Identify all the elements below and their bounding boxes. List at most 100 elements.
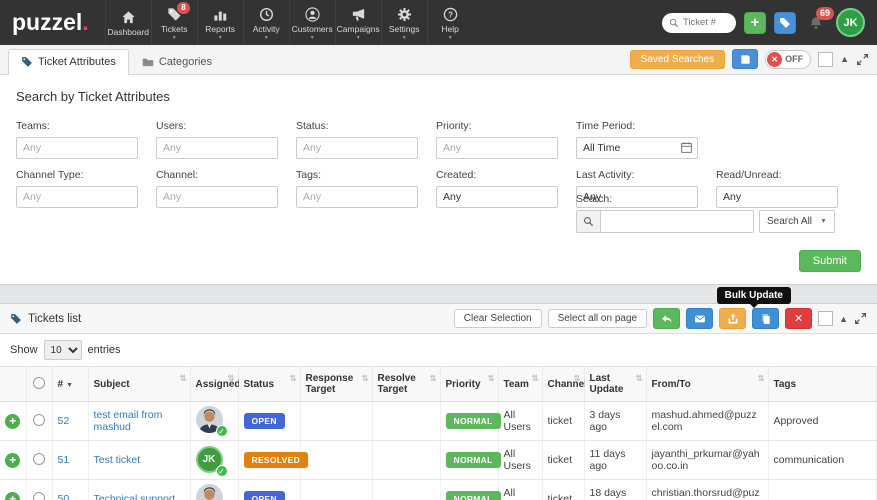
table-row[interactable]: + 52 test email from mashud ✓ OPEN NORMA… [0, 402, 877, 441]
ticket-id-link[interactable]: 51 [58, 454, 70, 466]
expand-panel-button[interactable] [854, 312, 867, 325]
tab-ticket-attributes[interactable]: Ticket Attributes [8, 49, 129, 75]
ticket-id-link[interactable]: 52 [58, 415, 70, 427]
assigned-avatar: ✓ [196, 484, 224, 500]
ticket-subject-link[interactable]: Test ticket [94, 454, 141, 466]
tickets-toolbar: Clear Selection Select all on page ✕ ▲ [454, 308, 867, 329]
page-size-select[interactable]: 10 [44, 340, 82, 360]
folder-icon [142, 56, 154, 68]
table-row[interactable]: + 51 Test ticket JK ✓ RESOLVED NORMAL Al… [0, 441, 877, 480]
col-tags[interactable]: Tags [768, 367, 877, 402]
ticket-number-search[interactable] [662, 13, 736, 33]
filter-tags: Tags: [296, 169, 436, 208]
export-button[interactable] [719, 308, 746, 329]
nav-reports[interactable]: Reports ▼ [197, 0, 243, 45]
new-ticket-button[interactable]: + [744, 12, 766, 34]
col-subject[interactable]: Subject⇅ [88, 367, 190, 402]
puzzel-logo[interactable]: puzzel. [0, 0, 105, 45]
priority-input[interactable] [436, 137, 558, 159]
nav-campaigns[interactable]: Campaigns ▼ [335, 0, 381, 45]
nav-customers[interactable]: Customers ▼ [289, 0, 335, 45]
nav-label: Dashboard [107, 27, 149, 37]
keyword-search-input[interactable] [601, 216, 753, 228]
col-last-update[interactable]: Last Update⇅ [584, 367, 646, 402]
search-scope-dropdown[interactable]: Search All ▼ [759, 210, 835, 233]
row-radio[interactable] [33, 414, 45, 426]
assigned-avatar: ✓ [196, 406, 224, 434]
top-navbar: puzzel. Dashboard 8 Tickets ▼ Reports ▼ … [0, 0, 877, 45]
tabbar-controls: Saved Searches ✕ OFF ▲ [630, 49, 869, 74]
tab-categories[interactable]: Categories [129, 49, 225, 74]
cell-last-update: 18 days ago [584, 480, 646, 500]
saved-searches-button[interactable]: Saved Searches [630, 50, 725, 69]
status-input[interactable] [296, 137, 418, 159]
row-radio[interactable] [33, 453, 45, 465]
time-period-input[interactable] [576, 137, 698, 159]
expand-row-button[interactable]: + [5, 492, 20, 500]
col-resolve-target[interactable]: Resolve Target⇅ [372, 367, 440, 402]
navbar-right-tools: + 69 JK [662, 0, 877, 45]
col-channel[interactable]: Channel⇅ [542, 367, 584, 402]
expand-row-button[interactable]: + [5, 453, 20, 468]
cell-team: All Users [498, 402, 542, 441]
ticket-subject-link[interactable]: Technical support [94, 493, 176, 500]
panel-checkbox[interactable] [818, 52, 833, 67]
select-all-button[interactable]: Select all on page [548, 309, 648, 328]
search-scope-value: Search All [767, 216, 812, 227]
channel-input[interactable] [156, 186, 278, 208]
created-input[interactable] [436, 186, 558, 208]
auto-refresh-toggle[interactable]: ✕ OFF [765, 50, 811, 69]
cell-tags [768, 480, 877, 500]
status-check-badge: ✓ [216, 465, 228, 477]
delete-button[interactable]: ✕ [785, 308, 812, 329]
submit-button[interactable]: Submit [799, 250, 861, 272]
tags-input[interactable] [296, 186, 418, 208]
status-badge: RESOLVED [244, 452, 309, 468]
col-status[interactable]: Status⇅ [238, 367, 300, 402]
nav-help[interactable]: Help ▼ [427, 0, 473, 45]
nav-label: Campaigns [337, 24, 380, 34]
priority-badge: NORMAL [446, 491, 501, 500]
tags-button[interactable] [774, 12, 796, 34]
expand-panel-button[interactable] [856, 53, 869, 66]
table-row[interactable]: + 50 Technical support ✓ OPEN NORMAL All… [0, 480, 877, 500]
sort-icon: ⇅ [532, 374, 539, 383]
notifications-button[interactable]: 69 [804, 9, 828, 37]
nav-settings[interactable]: Settings ▼ [381, 0, 427, 45]
nav-activity[interactable]: Activity ▼ [243, 0, 289, 45]
clear-selection-button[interactable]: Clear Selection [454, 309, 542, 328]
col-team[interactable]: Team⇅ [498, 367, 542, 402]
ticket-number-input[interactable] [683, 17, 729, 28]
col-assigned[interactable]: Assigned⇅ [190, 367, 238, 402]
nav-dashboard[interactable]: Dashboard [105, 0, 151, 45]
ticket-id-link[interactable]: 50 [58, 493, 70, 500]
search-tabs-bar: Ticket Attributes Categories Saved Searc… [0, 45, 877, 75]
col-response-target[interactable]: Response Target⇅ [300, 367, 372, 402]
collapse-panel-button[interactable]: ▲ [839, 314, 848, 324]
assign-button[interactable] [653, 308, 680, 329]
col-priority[interactable]: Priority⇅ [440, 367, 498, 402]
save-search-button[interactable] [732, 49, 758, 69]
bulk-update-button[interactable] [752, 308, 779, 329]
col-from-to[interactable]: From/To⇅ [646, 367, 768, 402]
panel-checkbox[interactable] [818, 311, 833, 326]
nav-tickets[interactable]: 8 Tickets ▼ [151, 0, 197, 45]
collapse-panel-button[interactable]: ▲ [840, 54, 849, 64]
row-radio[interactable] [33, 492, 45, 500]
reply-icon [661, 313, 673, 325]
cell-channel: ticket [542, 480, 584, 500]
search-label: Search: [576, 193, 835, 205]
users-input[interactable] [156, 137, 278, 159]
show-label: Show [10, 344, 38, 356]
col-select[interactable] [26, 367, 52, 402]
channel-type-input[interactable] [16, 186, 138, 208]
user-avatar[interactable]: JK [836, 8, 865, 37]
ticket-subject-link[interactable]: test email from mashud [94, 409, 163, 433]
email-button[interactable] [686, 308, 713, 329]
avatar-photo [196, 484, 223, 500]
expand-row-button[interactable]: + [5, 414, 20, 429]
field-label: Teams: [16, 120, 156, 132]
col-id[interactable]: #▼ [52, 367, 88, 402]
header-radio[interactable] [33, 377, 45, 389]
teams-input[interactable] [16, 137, 138, 159]
